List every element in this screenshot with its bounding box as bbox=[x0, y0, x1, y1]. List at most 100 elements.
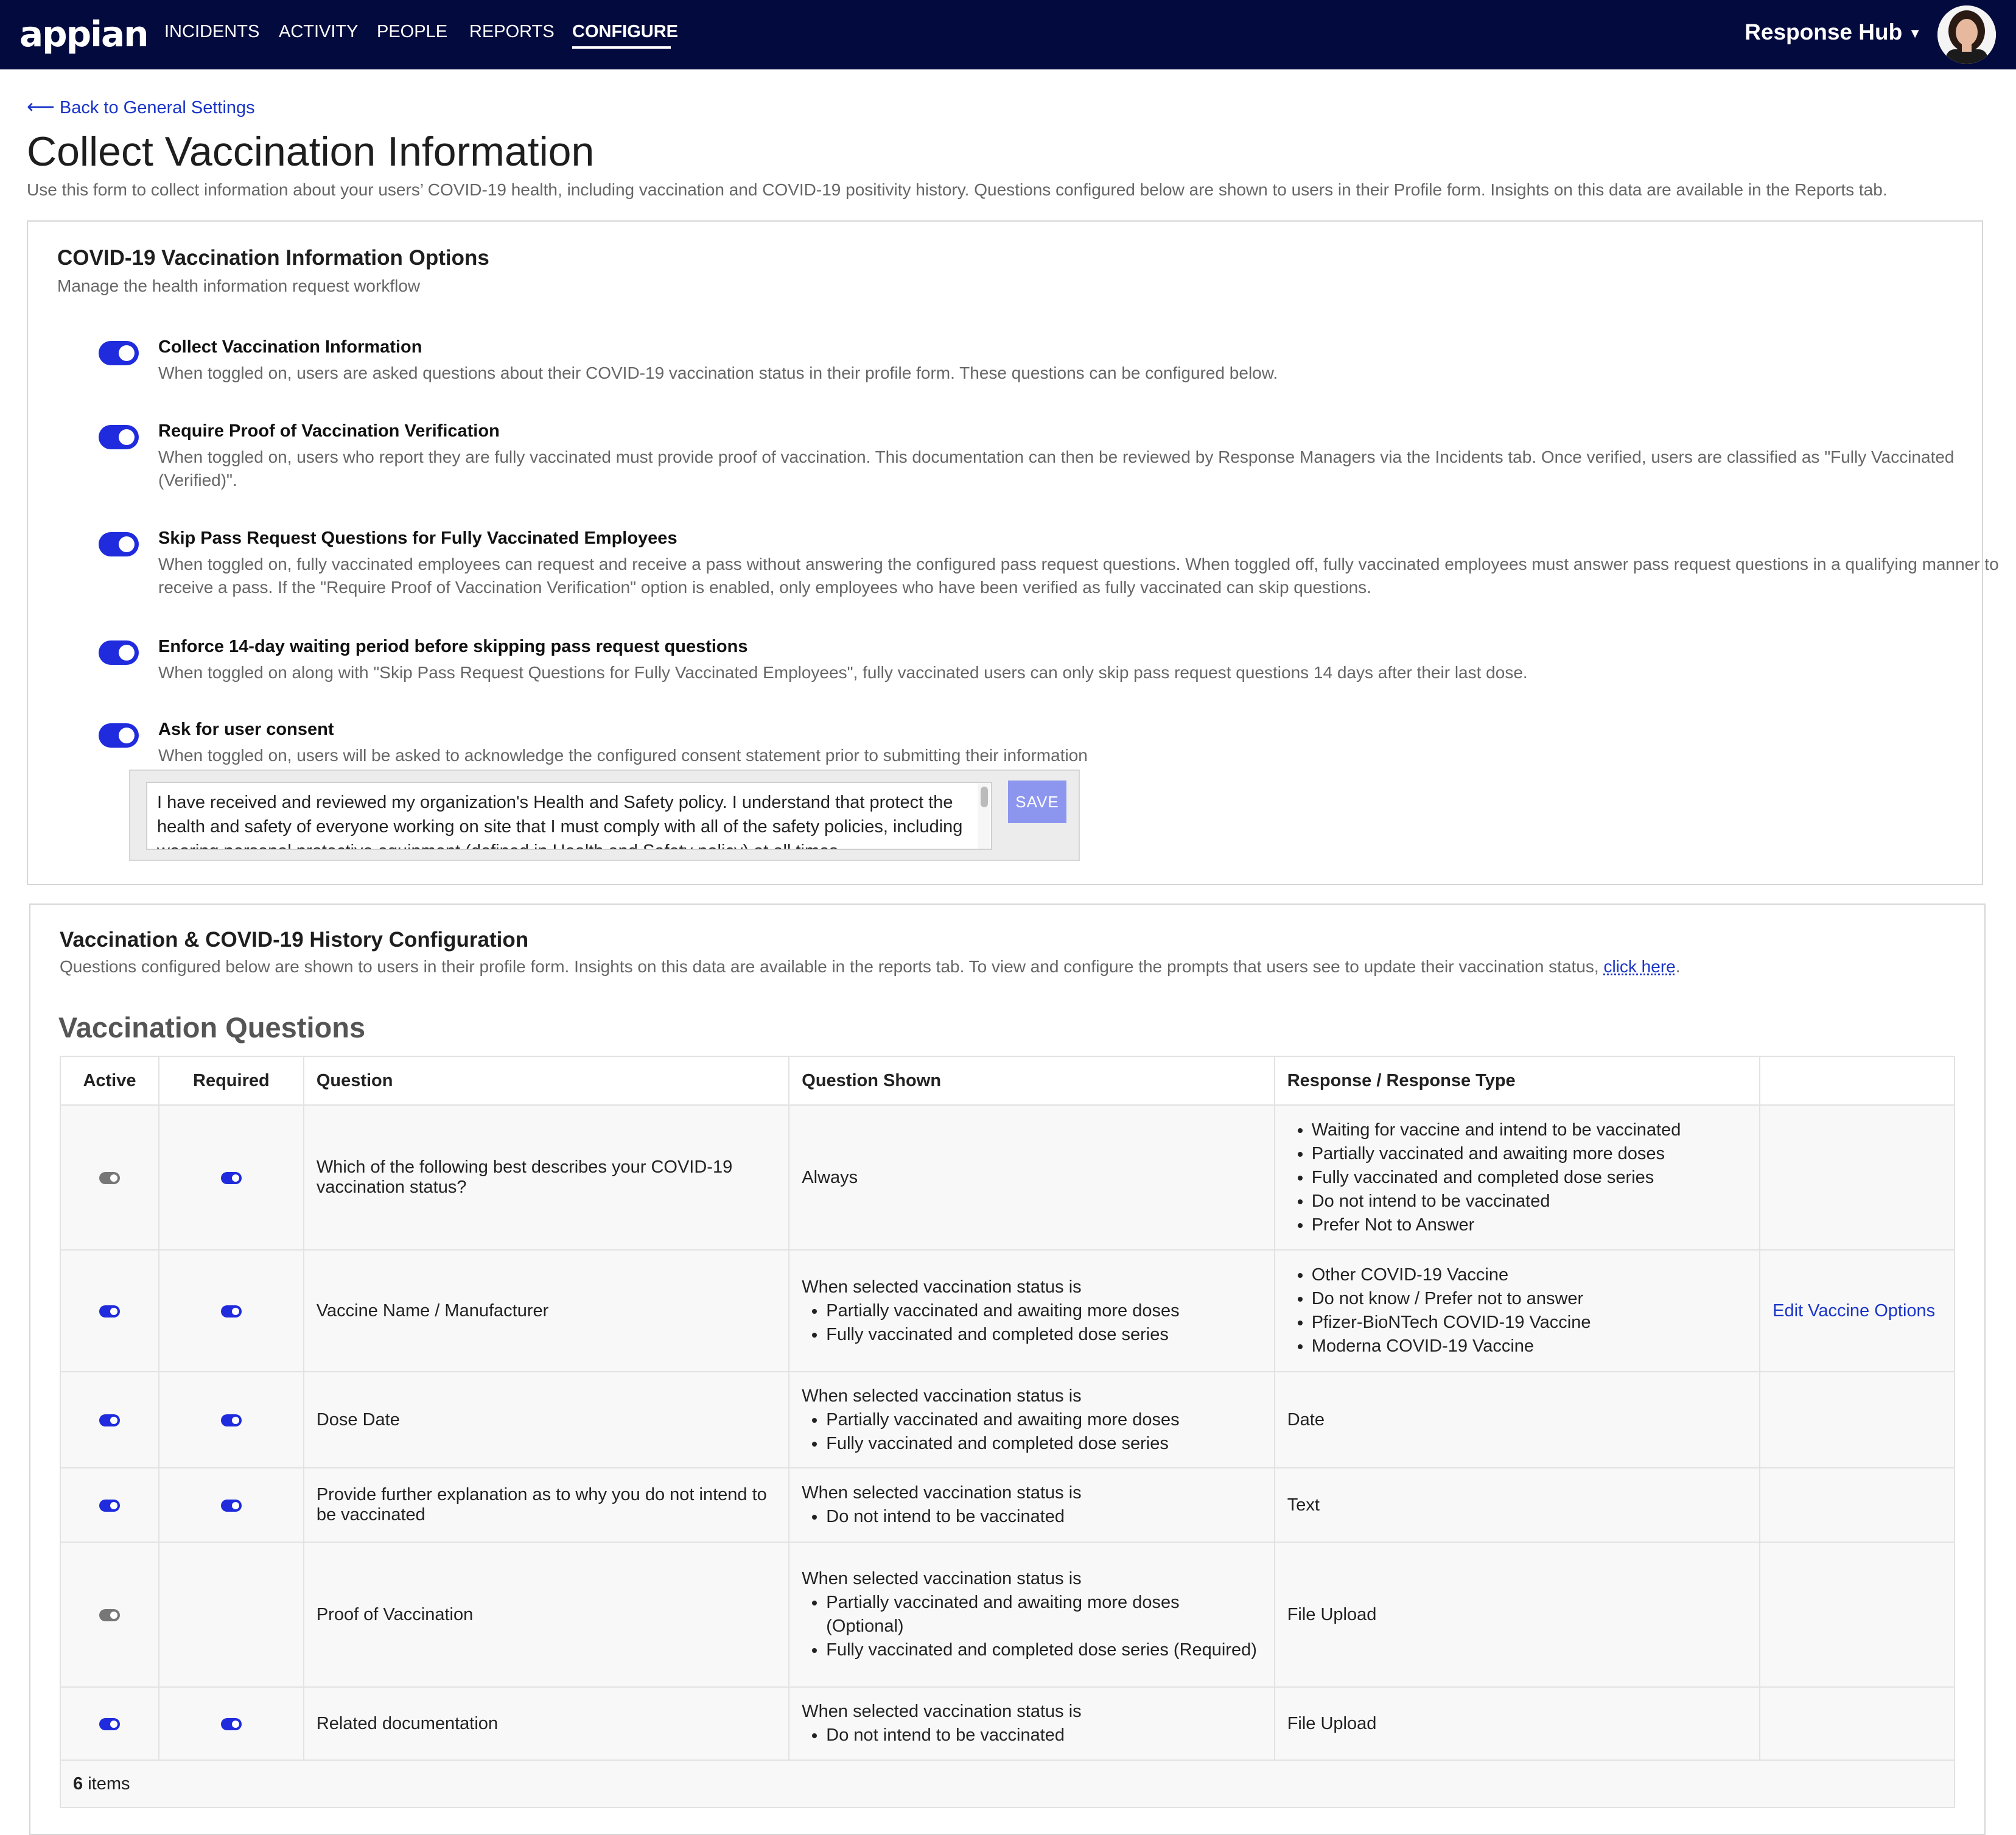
back-label: Back to General Settings bbox=[59, 98, 255, 118]
save-button[interactable]: SAVE bbox=[1008, 781, 1066, 823]
active-toggle[interactable] bbox=[99, 1171, 120, 1184]
appian-logo[interactable]: appian bbox=[19, 13, 149, 55]
active-toggle[interactable] bbox=[99, 1717, 120, 1730]
options-card-title: COVID-19 Vaccination Information Options bbox=[57, 246, 489, 270]
vaccination-questions-heading: Vaccination Questions bbox=[58, 1011, 366, 1044]
user-avatar[interactable] bbox=[1937, 5, 1996, 64]
list-item: Do not intend to be vaccinated bbox=[1312, 1190, 1747, 1213]
list-item: Prefer Not to Answer bbox=[1312, 1213, 1747, 1237]
response-cell: Waiting for vaccine and intend to be vac… bbox=[1273, 1104, 1761, 1251]
textarea-scrollbar[interactable] bbox=[978, 783, 990, 849]
click-here-link[interactable]: click here bbox=[1603, 957, 1675, 976]
table-row: Dose Date When selected vaccination stat… bbox=[60, 1371, 1955, 1468]
option-title: Skip Pass Request Questions for Fully Va… bbox=[158, 528, 677, 548]
option-title: Collect Vaccination Information bbox=[158, 337, 422, 357]
table-row: Related documentation When selected vacc… bbox=[60, 1686, 1955, 1761]
shown-cell: When selected vaccination status is Do n… bbox=[788, 1467, 1275, 1543]
list-item: Do not know / Prefer not to answer bbox=[1312, 1287, 1747, 1311]
option-description: When toggled on, users are asked questio… bbox=[158, 363, 1278, 382]
list-item: Fully vaccinated and completed dose seri… bbox=[1312, 1166, 1747, 1190]
option-title: Ask for user consent bbox=[158, 720, 334, 739]
list-item: Partially vaccinated and awaiting more d… bbox=[826, 1299, 1261, 1323]
option-title: Enforce 14-day waiting period before ski… bbox=[158, 637, 748, 656]
nav-people[interactable]: PEOPLE bbox=[377, 22, 447, 42]
list-item: Fully vaccinated and completed dose seri… bbox=[826, 1432, 1261, 1456]
active-toggle[interactable] bbox=[99, 1305, 120, 1317]
nav-reports[interactable]: REPORTS bbox=[469, 22, 555, 42]
question-cell: Provide further explanation as to why yo… bbox=[303, 1467, 790, 1543]
items-count: 6 items bbox=[60, 1760, 1955, 1808]
question-cell: Related documentation bbox=[303, 1686, 790, 1761]
list-item: Do not intend to be vaccinated bbox=[826, 1724, 1261, 1747]
table-header-row: Active Required Question Question Shown … bbox=[60, 1056, 1955, 1106]
waiting-period-toggle[interactable] bbox=[99, 640, 139, 665]
response-cell: Date bbox=[1273, 1371, 1761, 1468]
required-toggle[interactable] bbox=[220, 1305, 242, 1317]
options-card-subtitle: Manage the health information request wo… bbox=[57, 276, 421, 295]
response-hub-menu[interactable]: Response Hub ▼ bbox=[1745, 19, 1922, 45]
question-cell: Vaccine Name / Manufacturer bbox=[303, 1249, 790, 1372]
consent-editor: I have received and reviewed my organiza… bbox=[129, 770, 1080, 861]
shown-cell: When selected vaccination status is Part… bbox=[788, 1371, 1275, 1468]
option-description: When toggled on, users who report they a… bbox=[158, 447, 1955, 489]
active-toggle[interactable] bbox=[99, 1414, 120, 1426]
user-consent-toggle[interactable] bbox=[99, 723, 139, 748]
vaccination-questions-table: Active Required Question Question Shown … bbox=[60, 1056, 1955, 1808]
table-row: Vaccine Name / Manufacturer When selecte… bbox=[60, 1249, 1955, 1372]
list-item: Do not intend to be vaccinated bbox=[826, 1505, 1261, 1529]
history-card-subtitle: Questions configured below are shown to … bbox=[60, 957, 1681, 976]
question-cell: Proof of Vaccination bbox=[303, 1542, 790, 1688]
shown-cell: When selected vaccination status is Do n… bbox=[788, 1686, 1275, 1761]
collect-vaccination-toggle[interactable] bbox=[99, 341, 139, 365]
table-row: Provide further explanation as to why yo… bbox=[60, 1467, 1955, 1543]
response-cell: File Upload bbox=[1273, 1542, 1761, 1688]
response-cell: Other COVID-19 Vaccine Do not know / Pre… bbox=[1273, 1249, 1761, 1372]
list-item: Partially vaccinated and awaiting more d… bbox=[826, 1408, 1261, 1432]
col-question-shown[interactable]: Question Shown bbox=[788, 1056, 1275, 1106]
shown-cell: When selected vaccination status is Part… bbox=[788, 1249, 1275, 1372]
table-row: Which of the following best describes yo… bbox=[60, 1104, 1955, 1251]
col-question[interactable]: Question bbox=[303, 1056, 790, 1106]
list-item: Waiting for vaccine and intend to be vac… bbox=[1312, 1118, 1747, 1142]
required-toggle[interactable] bbox=[220, 1499, 242, 1512]
active-nav-underline bbox=[572, 46, 671, 49]
list-item: Partially vaccinated and awaiting more d… bbox=[826, 1591, 1261, 1638]
col-response-type[interactable]: Response / Response Type bbox=[1273, 1056, 1761, 1106]
history-card-title: Vaccination & COVID-19 History Configura… bbox=[60, 928, 529, 952]
question-cell: Which of the following best describes yo… bbox=[303, 1104, 790, 1251]
skip-pass-questions-toggle[interactable] bbox=[99, 532, 139, 556]
list-item: Other COVID-19 Vaccine bbox=[1312, 1263, 1747, 1287]
arrow-left-icon: ⟵ bbox=[27, 96, 55, 118]
nav-incidents[interactable]: INCIDENTS bbox=[164, 22, 259, 42]
require-proof-toggle[interactable] bbox=[99, 425, 139, 449]
option-description: When toggled on along with "Skip Pass Re… bbox=[158, 663, 1528, 682]
col-required[interactable]: Required bbox=[158, 1056, 304, 1106]
response-cell: File Upload bbox=[1273, 1686, 1761, 1761]
nav-configure[interactable]: CONFIGURE bbox=[572, 22, 678, 42]
list-item: Fully vaccinated and completed dose seri… bbox=[826, 1323, 1261, 1347]
nav-activity[interactable]: ACTIVITY bbox=[279, 22, 359, 42]
question-cell: Dose Date bbox=[303, 1371, 790, 1468]
list-item: Fully vaccinated and completed dose seri… bbox=[826, 1638, 1261, 1662]
edit-vaccine-options-link[interactable]: Edit Vaccine Options bbox=[1773, 1301, 1935, 1321]
subtitle-text: Questions configured below are shown to … bbox=[60, 957, 1599, 976]
table-footer: 6 items bbox=[60, 1760, 1955, 1808]
page-intro: Use this form to collect information abo… bbox=[27, 180, 1888, 199]
shown-cell: Always bbox=[788, 1104, 1275, 1251]
top-navigation-bar: appian INCIDENTS ACTIVITY PEOPLE REPORTS… bbox=[0, 0, 2016, 69]
active-toggle[interactable] bbox=[99, 1499, 120, 1512]
option-description: When toggled on, users will be asked to … bbox=[158, 746, 1088, 765]
active-toggle[interactable] bbox=[99, 1609, 120, 1621]
caret-down-icon: ▼ bbox=[1908, 26, 1922, 41]
required-toggle[interactable] bbox=[220, 1171, 242, 1184]
required-toggle[interactable] bbox=[220, 1717, 242, 1730]
option-description: When toggled on, fully vaccinated employ… bbox=[158, 555, 1999, 597]
option-title: Require Proof of Vaccination Verificatio… bbox=[158, 421, 500, 441]
list-item: Pfizer-BioNTech COVID-19 Vaccine bbox=[1312, 1311, 1747, 1335]
back-link[interactable]: ⟵ Back to General Settings bbox=[27, 95, 255, 118]
list-item: Partially vaccinated and awaiting more d… bbox=[1312, 1142, 1747, 1166]
required-toggle[interactable] bbox=[220, 1414, 242, 1426]
col-active[interactable]: Active bbox=[60, 1056, 159, 1106]
consent-textarea[interactable]: I have received and reviewed my organiza… bbox=[146, 782, 992, 850]
table-row: Proof of Vaccination When selected vacci… bbox=[60, 1542, 1955, 1688]
